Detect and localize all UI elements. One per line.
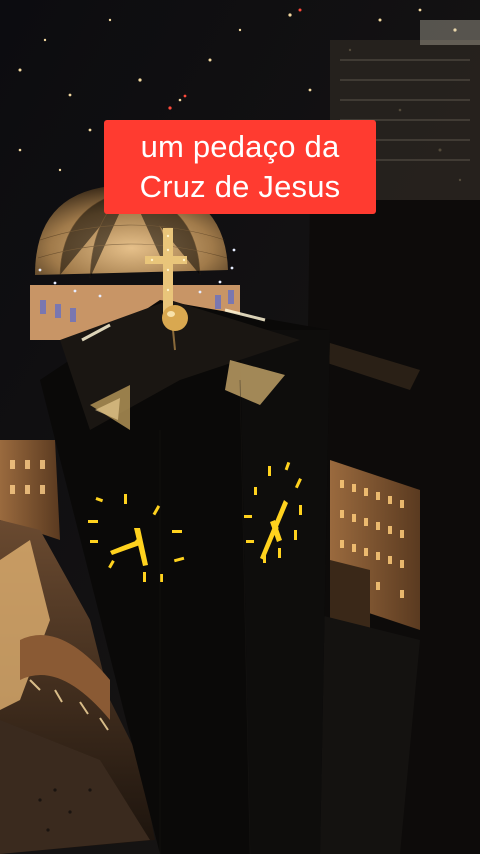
caption-line-1: um pedaço da bbox=[140, 129, 340, 164]
video-frame: um pedaço da Cruz de Jesus bbox=[0, 0, 480, 854]
video-caption: um pedaço da Cruz de Jesus bbox=[104, 120, 376, 214]
caption-line-2: Cruz de Jesus bbox=[139, 169, 341, 204]
